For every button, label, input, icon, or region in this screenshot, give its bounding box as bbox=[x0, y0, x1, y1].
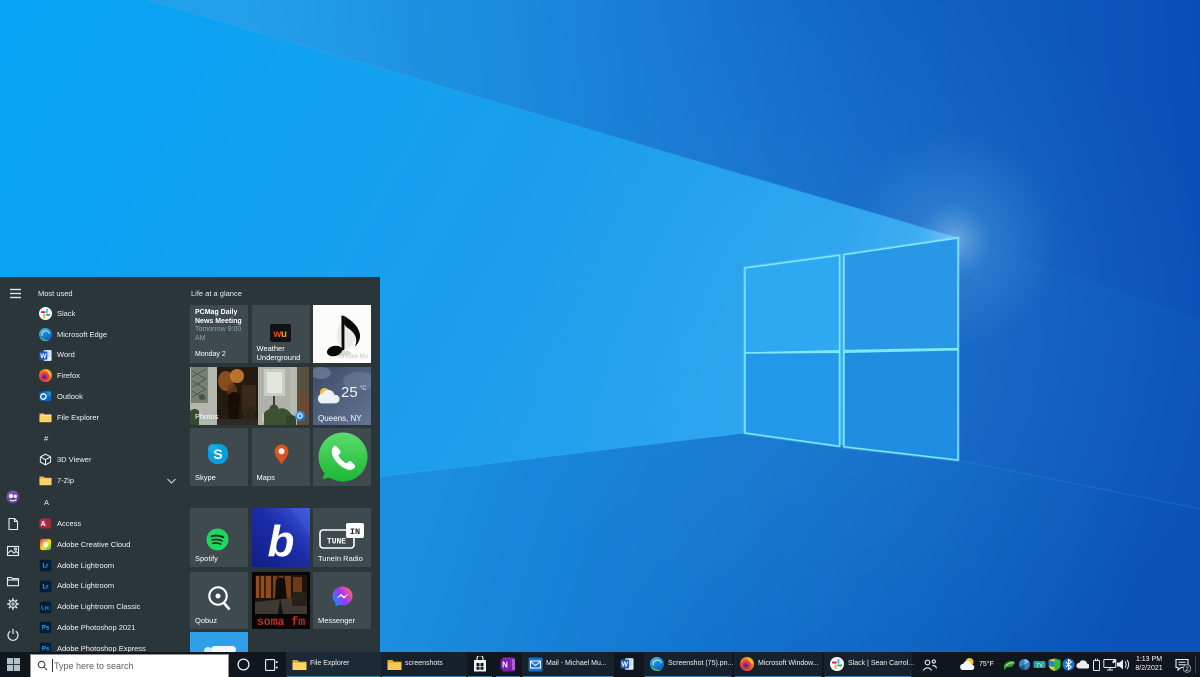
svg-text:Lrc: Lrc bbox=[41, 605, 50, 611]
svg-text:A: A bbox=[41, 521, 46, 528]
svg-text:Ps: Ps bbox=[42, 626, 50, 632]
svg-text:Lr: Lr bbox=[42, 584, 49, 590]
svg-text:soma fm: soma fm bbox=[256, 616, 304, 629]
svg-text:S: S bbox=[213, 446, 222, 462]
svg-text:2: 2 bbox=[1185, 666, 1189, 673]
svg-text:TUNE: TUNE bbox=[327, 537, 346, 546]
svg-text:IN: IN bbox=[350, 527, 360, 537]
svg-text:W: W bbox=[621, 662, 628, 669]
svg-text:N: N bbox=[502, 661, 508, 670]
svg-text:Groove Mu: Groove Mu bbox=[338, 354, 368, 360]
svg-text:W: W bbox=[40, 353, 47, 360]
svg-text:TV: TV bbox=[1036, 663, 1043, 669]
svg-text:Lr: Lr bbox=[42, 564, 49, 570]
svg-text:b: b bbox=[267, 517, 294, 566]
